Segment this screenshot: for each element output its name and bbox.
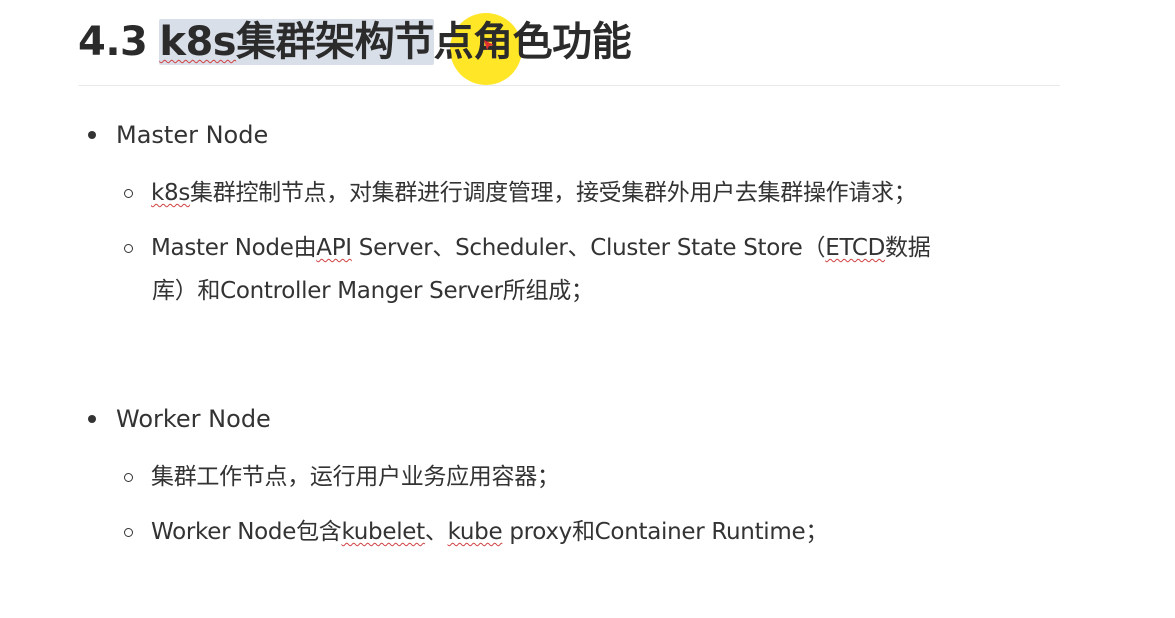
bullet-circle-icon [124, 527, 133, 537]
heading-k8s: k8s [159, 19, 237, 65]
spell-underlined-word: kubelet [341, 519, 425, 545]
heading-number: 4.3 [78, 19, 148, 65]
heading-text-node: 点 [433, 19, 474, 65]
heading-text-rest: 角色功能 [473, 19, 632, 65]
sub-item-text-e: 数据 [885, 235, 931, 261]
heading-selected-rest: 集群架构节 [236, 19, 434, 65]
list-item-master-node: Master Node [88, 120, 268, 150]
sub-item-text-a: Worker Node包含 [151, 519, 342, 545]
bullet-circle-icon [124, 472, 133, 482]
spell-underlined-word: ETCD [825, 235, 886, 261]
spell-underlined-word: kube [447, 519, 503, 545]
section-heading: 4.3 k8s集群架构节点角色功能 [78, 14, 632, 70]
bullet-dot-icon [88, 131, 96, 139]
sub-item-text: 集群工作节点，运行用户业务应用容器； [151, 464, 560, 490]
sub-item-master-1: k8s集群控制节点，对集群进行调度管理，接受集群外用户去集群操作请求； [124, 178, 917, 208]
sub-item-text: Worker Node包含kubelet、kube proxy和Containe… [151, 517, 828, 547]
list-item-title: Worker Node [116, 405, 271, 433]
sub-item-continuation: 库）和Controller Manger Server所组成； [152, 278, 594, 304]
sub-item-worker-2: Worker Node包含kubelet、kube proxy和Containe… [124, 517, 828, 547]
sub-item-text-c: Server、Scheduler、Cluster State Store（ [351, 235, 826, 261]
bullet-circle-icon [124, 188, 133, 198]
sub-item-worker-1: 集群工作节点，运行用户业务应用容器； [124, 462, 560, 492]
bullet-circle-icon [124, 243, 133, 253]
sub-item-master-2: Master Node由API Server、Scheduler、Cluster… [124, 233, 931, 263]
sub-item-text: Master Node由API Server、Scheduler、Cluster… [151, 233, 931, 263]
document-page: 4.3 k8s集群架构节点角色功能 Master Node k8s集群控制节点，对… [0, 0, 1175, 618]
mouse-cursor-icon [484, 40, 494, 50]
heading-selected-text: k8s集群架构节 [159, 19, 434, 65]
sub-item-text-rest: 集群控制节点，对集群进行调度管理，接受集群外用户去集群操作请求； [190, 180, 917, 206]
bullet-dot-icon [88, 415, 96, 423]
list-item-title: Master Node [116, 121, 269, 149]
sub-item-text-c: 、 [424, 519, 448, 545]
spell-underlined-word: k8s [151, 180, 191, 206]
list-item-worker-node: Worker Node [88, 404, 271, 434]
spell-underlined-word: API [316, 235, 352, 261]
sub-item-text-a: Master Node由 [151, 235, 317, 261]
sub-item-text: k8s集群控制节点，对集群进行调度管理，接受集群外用户去集群操作请求； [151, 178, 917, 208]
sub-item-text-e: proxy和Container Runtime； [502, 519, 829, 545]
heading-divider [78, 85, 1060, 86]
